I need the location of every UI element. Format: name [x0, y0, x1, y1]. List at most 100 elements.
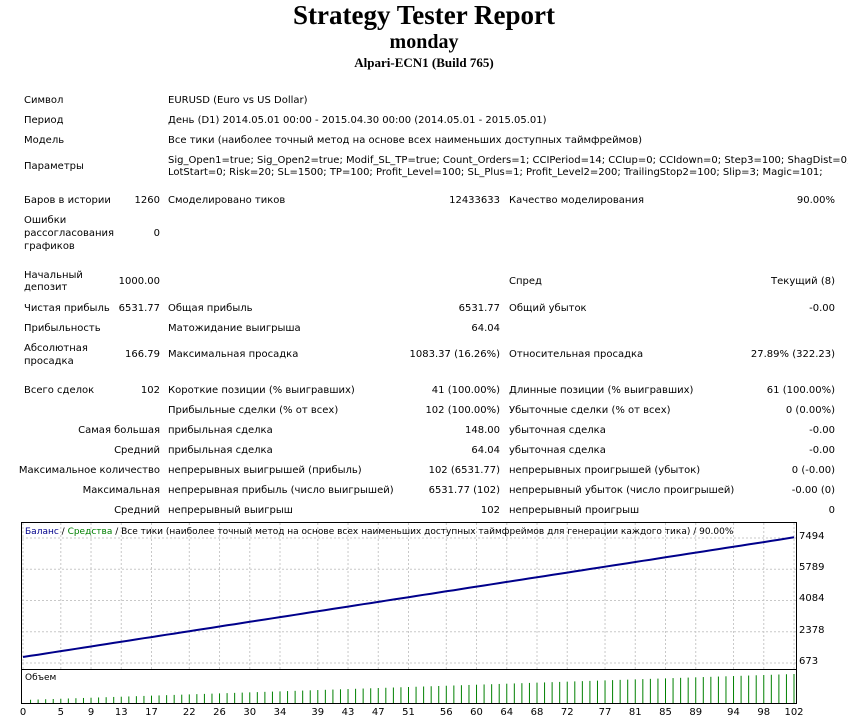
loss-trades-value: 0 (0.00%) — [785, 405, 835, 416]
abs-drawdown-value: 166.79 — [125, 349, 160, 360]
abs-drawdown-label-1: Абсолютная — [24, 343, 88, 354]
cons-wins-value: 102 (6531.77) — [428, 465, 500, 476]
deposit-value: 1000.00 — [118, 276, 160, 287]
errors-label-1: Ошибки — [24, 215, 67, 226]
legend-sep: / — [58, 527, 68, 537]
model-label: Модель — [24, 135, 65, 146]
y-tick-label: 4084 — [799, 593, 825, 605]
long-positions-value: 61 (100.00%) — [766, 385, 835, 396]
x-tick-label: 56 — [439, 707, 453, 718]
x-tick-label: 102 — [784, 707, 804, 718]
abs-drawdown-label-2: просадка — [24, 356, 74, 367]
x-tick-label: 72 — [560, 707, 574, 718]
bars-value: 1260 — [134, 195, 160, 206]
expected-payoff-label: Матожидание выигрыша — [168, 323, 301, 334]
cons-losses-value: 0 (-0.00) — [791, 465, 835, 476]
profit-trades-value: 102 (100.00%) — [425, 405, 500, 416]
long-positions-label: Длинные позиции (% выигравших) — [509, 385, 694, 396]
expected-payoff-value: 64.04 — [471, 323, 500, 334]
model-value: Все тики (наиболее точный метод на основ… — [168, 135, 643, 146]
ticks-value: 12433633 — [449, 195, 500, 206]
y-tick-label: 5789 — [799, 562, 825, 574]
x-tick-label: 17 — [145, 707, 158, 718]
params-line1: Sig_Open1=true; Sig_Open2=true; Modif_SL… — [168, 155, 848, 166]
x-tick-label: 9 — [87, 707, 95, 718]
net-profit-value: 6531.77 — [118, 303, 160, 314]
x-tick-label: 68 — [530, 707, 544, 718]
x-tick-label: 30 — [243, 707, 257, 718]
x-tick-label: 81 — [628, 707, 642, 718]
gross-loss-value: -0.00 — [809, 303, 835, 314]
largest-loss-value: -0.00 — [809, 425, 835, 436]
x-tick-label: 51 — [402, 707, 415, 718]
average-label: Средний — [114, 445, 160, 456]
rel-drawdown-value: 27.89% (322.23) — [750, 349, 835, 360]
short-positions-label: Короткие позиции (% выигравших) — [168, 385, 355, 396]
x-tick-label: 89 — [689, 707, 703, 718]
x-tick-label: 0 — [19, 707, 27, 718]
spread-label: Спред — [509, 276, 542, 287]
balance-chart — [21, 522, 797, 670]
report-subtitle: monday — [389, 31, 459, 53]
total-trades-label: Всего сделок — [24, 385, 95, 396]
avg-profit-label: прибыльная сделка — [168, 445, 273, 456]
maximal-label: Максимальная — [82, 485, 160, 496]
deposit-label-2: депозит — [24, 282, 68, 293]
x-tick-label: 85 — [659, 707, 672, 718]
cons-profit-label: непрерывная прибыль (число выигрышей) — [168, 485, 394, 496]
cons-losses-label: непрерывных проигрышей (убыток) — [509, 465, 701, 476]
y-tick-label: 7494 — [799, 531, 825, 542]
cons-loss-label: непрерывный убыток (число проигрышей) — [509, 485, 735, 496]
errors-value: 0 — [153, 228, 160, 239]
cons-wins-label: непрерывных выигрышей (прибыль) — [168, 465, 362, 476]
chart-legend: Баланс / Средства / Все тики (наиболее т… — [25, 527, 733, 537]
legend-equity: Средства — [67, 527, 113, 537]
largest-loss-label: убыточная сделка — [509, 425, 606, 436]
gross-profit-label: Общая прибыль — [168, 303, 253, 314]
x-tick-label: 47 — [371, 707, 385, 718]
period-value: День (D1) 2014.05.01 00:00 - 2015.04.30 … — [168, 115, 547, 126]
deposit-label-1: Начальный — [24, 270, 83, 281]
x-tick-label: 98 — [757, 707, 771, 718]
volume-chart — [21, 669, 797, 704]
x-tick-label: 5 — [57, 707, 64, 718]
params-label: Параметры — [24, 161, 84, 172]
rel-drawdown-label: Относительная просадка — [509, 349, 644, 360]
largest-profit-label: прибыльная сделка — [168, 425, 273, 436]
short-positions-value: 41 (100.00%) — [431, 385, 500, 396]
symbol-label: Символ — [24, 95, 64, 106]
loss-trades-label: Убыточные сделки (% от всех) — [509, 405, 671, 416]
report-server: Alpari-ECN1 (Build 765) — [354, 55, 494, 70]
avg-profit-value: 64.04 — [471, 445, 500, 456]
x-tick-label: 26 — [213, 707, 226, 718]
spread-value: Текущий (8) — [771, 276, 835, 287]
largest-profit-value: 148.00 — [465, 425, 500, 436]
quality-label: Качество моделирования — [509, 195, 644, 206]
gross-loss-label: Общий убыток — [509, 303, 587, 314]
balance-chart-svg — [22, 523, 796, 669]
x-tick-label: 64 — [500, 707, 514, 718]
avg-cons-wins-label: непрерывный выигрыш — [168, 505, 293, 516]
avg-loss-label: убыточная сделка — [509, 445, 606, 456]
legend-rest: / Все тики (наиболее точный метод на осн… — [112, 527, 734, 537]
x-tick-label: 39 — [311, 707, 325, 718]
x-tick-label: 13 — [114, 707, 128, 718]
y-tick-label: 673 — [799, 656, 819, 667]
volume-chart-svg — [30, 674, 795, 703]
gross-profit-value: 6531.77 — [458, 303, 500, 314]
y-tick-label: 2378 — [799, 624, 825, 636]
ticks-label: Смоделировано тиков — [168, 195, 286, 206]
params-line2: LotStart=0; Risk=20; SL=1500; TP=100; Pr… — [168, 167, 823, 178]
avg-cons-wins-value: 102 — [480, 505, 500, 516]
cons-profit-value: 6531.77 (102) — [428, 485, 500, 496]
bars-label: Баров в истории — [24, 195, 111, 206]
x-tick-label: 43 — [341, 707, 355, 718]
symbol-value: EURUSD (Euro vs US Dollar) — [168, 95, 308, 106]
x-tick-label: 34 — [273, 707, 287, 718]
profit-factor-label: Прибыльность — [24, 323, 101, 334]
net-profit-label: Чистая прибыль — [24, 303, 110, 314]
x-tick-label: 22 — [182, 707, 196, 718]
largest-label: Самая большая — [78, 425, 160, 436]
errors-label-3: графиков — [24, 241, 75, 252]
quality-value: 90.00% — [796, 195, 835, 206]
